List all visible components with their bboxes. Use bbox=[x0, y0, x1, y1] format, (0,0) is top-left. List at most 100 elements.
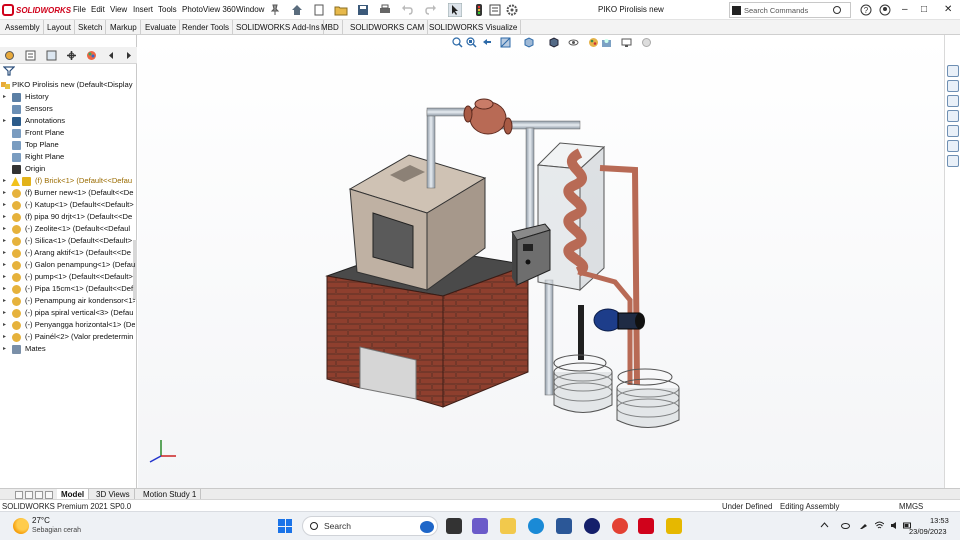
nav-first-icon[interactable] bbox=[15, 491, 23, 499]
new-document-icon[interactable] bbox=[312, 3, 326, 17]
tab-markup[interactable]: Markup bbox=[107, 20, 141, 35]
property-manager-tab-icon[interactable] bbox=[25, 50, 36, 61]
custom-properties-icon[interactable] bbox=[947, 140, 959, 152]
menu-tools[interactable]: Tools bbox=[158, 5, 177, 14]
menu-file[interactable]: File bbox=[73, 5, 86, 14]
tree-item[interactable]: ▸ (-) Penampung air kondensor<1> bbox=[0, 295, 135, 307]
expand-right-icon[interactable] bbox=[123, 50, 134, 61]
tree-item[interactable]: ▸ (-) Katup<1> (Default<<Default> bbox=[0, 199, 135, 211]
tab-sketch[interactable]: Sketch bbox=[75, 20, 107, 35]
store-icon[interactable] bbox=[556, 518, 572, 534]
tree-item[interactable]: ▸ Annotations bbox=[0, 115, 135, 127]
user-account-icon[interactable] bbox=[878, 3, 892, 17]
nav-next-icon[interactable] bbox=[35, 491, 43, 499]
tree-item[interactable]: Right Plane bbox=[0, 151, 135, 163]
nav-last-icon[interactable] bbox=[45, 491, 53, 499]
maximize-button[interactable]: □ bbox=[921, 4, 927, 15]
help-icon[interactable]: ? bbox=[859, 3, 873, 17]
edge-browser-icon[interactable] bbox=[528, 518, 544, 534]
search-commands-input[interactable]: Search Commands bbox=[729, 2, 851, 18]
menu-photoview[interactable]: PhotoView 360 bbox=[182, 5, 236, 14]
expand-arrow-icon[interactable]: ▸ bbox=[3, 283, 6, 295]
valve[interactable] bbox=[463, 98, 513, 135]
select-pointer-icon[interactable] bbox=[448, 3, 462, 17]
dimxpert-tab-icon[interactable] bbox=[66, 50, 77, 61]
expand-arrow-icon[interactable]: ▸ bbox=[3, 211, 6, 223]
task-view-icon[interactable] bbox=[446, 518, 462, 534]
print-icon[interactable] bbox=[378, 3, 392, 17]
tab-layout[interactable]: Layout bbox=[44, 20, 76, 35]
tray-chevron-icon[interactable] bbox=[820, 521, 829, 530]
tree-item[interactable]: ▸ (-) Penyangga horizontal<1> (De bbox=[0, 319, 135, 331]
expand-arrow-icon[interactable]: ▸ bbox=[3, 199, 6, 211]
tree-item[interactable]: Origin bbox=[0, 163, 135, 175]
tree-item[interactable]: Sensors bbox=[0, 103, 135, 115]
tab-render-tools[interactable]: Render Tools bbox=[179, 20, 233, 35]
menu-edit[interactable]: Edit bbox=[91, 5, 105, 14]
bing-icon[interactable] bbox=[420, 521, 434, 533]
expand-arrow-icon[interactable]: ▸ bbox=[3, 187, 6, 199]
tree-item[interactable]: ▸ (-) pump<1> (Default<<Default> bbox=[0, 271, 135, 283]
pin-icon[interactable] bbox=[268, 3, 282, 17]
close-button[interactable]: ✕ bbox=[944, 4, 952, 15]
redo-icon[interactable] bbox=[424, 3, 438, 17]
tab-assembly[interactable]: Assembly bbox=[2, 20, 44, 35]
tree-item[interactable]: ▸ (-) Arang aktif<1> (Default<<De bbox=[0, 247, 135, 259]
save-icon[interactable] bbox=[356, 3, 370, 17]
tree-item[interactable]: ▸ (-) Painél<2> (Valor predetermin bbox=[0, 331, 135, 343]
tab-evaluate[interactable]: Evaluate bbox=[142, 20, 181, 35]
menu-view[interactable]: View bbox=[110, 5, 127, 14]
expand-arrow-icon[interactable]: ▸ bbox=[3, 91, 6, 103]
taskbar-app-icon[interactable] bbox=[666, 518, 682, 534]
tree-item[interactable]: ▸ (-) Pipa 15cm<1> (Default<<Def bbox=[0, 283, 135, 295]
tree-item[interactable]: Front Plane bbox=[0, 127, 135, 139]
tree-item[interactable]: ▸ (-) Zeolite<1> (Default<<Defaul bbox=[0, 223, 135, 235]
menu-insert[interactable]: Insert bbox=[133, 5, 153, 14]
expand-arrow-icon[interactable]: ▸ bbox=[3, 307, 6, 319]
app-icon[interactable] bbox=[584, 518, 600, 534]
onedrive-icon[interactable] bbox=[841, 521, 850, 530]
undo-icon[interactable] bbox=[400, 3, 414, 17]
tree-item[interactable]: ▸ (f) Burner new<1> (Default<<De bbox=[0, 187, 135, 199]
tree-item[interactable]: ▸ (-) Silica<1> (Default<<Default> bbox=[0, 235, 135, 247]
tab-mbd[interactable]: MBD bbox=[318, 20, 343, 35]
nav-prev-icon[interactable] bbox=[25, 491, 33, 499]
chrome-icon[interactable] bbox=[612, 518, 628, 534]
configuration-manager-tab-icon[interactable] bbox=[46, 50, 57, 61]
expand-arrow-icon[interactable]: ▸ bbox=[3, 259, 6, 271]
units-selector[interactable]: MMGS bbox=[899, 502, 923, 511]
clock-date[interactable]: 23/09/2023 bbox=[909, 527, 947, 536]
expand-arrow-icon[interactable]: ▸ bbox=[3, 271, 6, 283]
solidworks-logo[interactable]: SOLIDWORKS bbox=[2, 3, 71, 17]
tree-item[interactable]: ▸ (-) pipa spiral vertical<3> (Defau bbox=[0, 307, 135, 319]
weather-temperature[interactable]: 27°C bbox=[32, 516, 50, 525]
filter-icon[interactable] bbox=[3, 66, 15, 76]
start-button[interactable] bbox=[278, 519, 292, 533]
teams-chat-icon[interactable] bbox=[472, 518, 488, 534]
weather-icon[interactable] bbox=[13, 518, 29, 534]
file-explorer-app-icon[interactable] bbox=[500, 518, 516, 534]
solidworks-taskbar-icon[interactable] bbox=[638, 518, 654, 534]
expand-arrow-icon[interactable]: ▸ bbox=[3, 223, 6, 235]
display-manager-tab-icon[interactable] bbox=[86, 50, 97, 61]
home-icon[interactable] bbox=[290, 3, 304, 17]
open-folder-icon[interactable] bbox=[334, 3, 348, 17]
expand-arrow-icon[interactable]: ▸ bbox=[3, 235, 6, 247]
graphics-area[interactable] bbox=[138, 35, 944, 488]
expand-arrow-icon[interactable]: ▸ bbox=[3, 175, 6, 187]
expand-arrow-icon[interactable]: ▸ bbox=[3, 343, 6, 355]
tree-root-assembly[interactable]: PIKO Pirolisis new (Default<Display bbox=[0, 79, 135, 91]
expand-left-icon[interactable] bbox=[106, 50, 117, 61]
collection-jugs[interactable] bbox=[553, 354, 680, 428]
expand-arrow-icon[interactable]: ▸ bbox=[3, 247, 6, 259]
feature-manager-tab-icon[interactable] bbox=[4, 50, 15, 61]
volume-icon[interactable] bbox=[890, 521, 899, 530]
tab-visualize[interactable]: SOLIDWORKS Visualize bbox=[426, 20, 522, 35]
tab-cam[interactable]: SOLIDWORKS CAM bbox=[347, 20, 429, 35]
menu-window[interactable]: Window bbox=[236, 5, 264, 14]
tab-addins[interactable]: SOLIDWORKS Add-Ins bbox=[233, 20, 324, 35]
taskbar-search[interactable]: Search bbox=[302, 516, 438, 536]
pen-icon[interactable] bbox=[859, 521, 868, 530]
expand-arrow-icon[interactable]: ▸ bbox=[3, 319, 6, 331]
options-gear-icon[interactable] bbox=[505, 3, 519, 17]
